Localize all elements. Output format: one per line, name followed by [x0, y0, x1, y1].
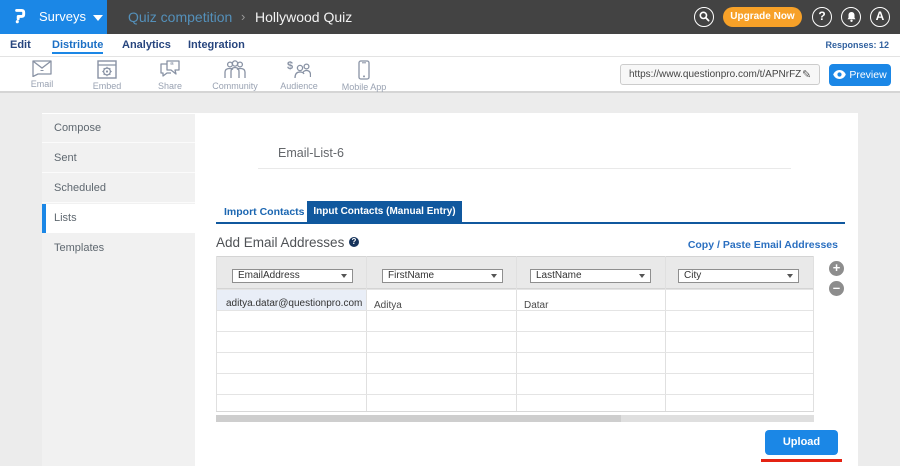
svg-text:$: $ — [287, 60, 293, 72]
svg-text:“: “ — [170, 61, 174, 70]
